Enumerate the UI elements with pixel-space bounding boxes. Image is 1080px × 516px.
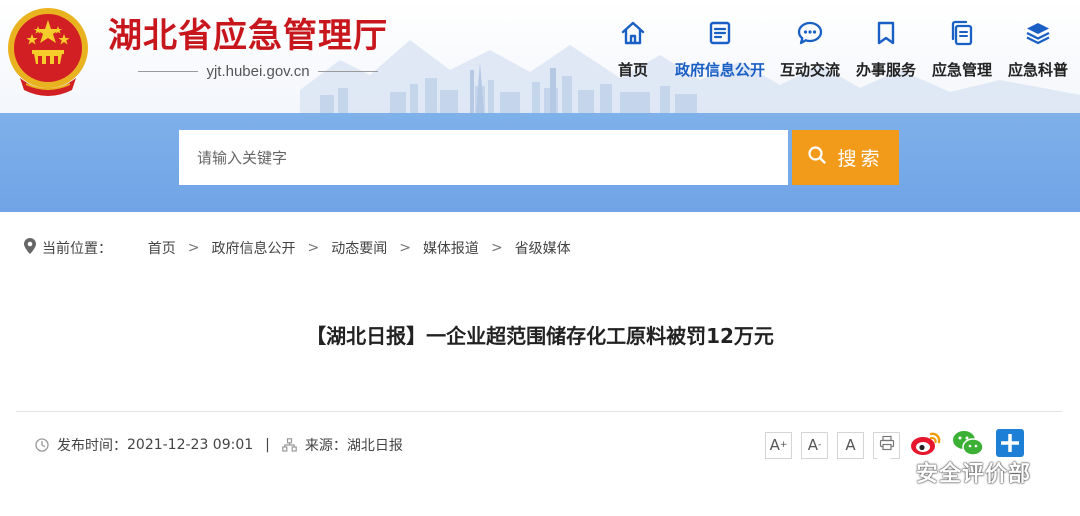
nav-label-services: 办事服务 [855,61,916,79]
home-icon [618,18,648,48]
article-meta: 发布时间： 2021-12-23 09:01 | 来源： 湖北日报 [35,435,403,455]
article-title: 【湖北日报】一企业超范围储存化工原料被罚12万元 [306,324,774,348]
font-smaller-label: A [845,436,856,454]
font-larger-button[interactable]: A + [765,431,792,459]
search-input[interactable] [179,130,788,185]
source-value: 湖北日报 [346,438,403,454]
publish-time: 2021-12-23 09:01 [127,437,254,453]
bookmark-icon [871,18,901,48]
nav-label-popular-science: 应急科普 [1007,61,1068,79]
nav-item-popular-science[interactable]: 应急科普 [1000,18,1076,80]
font-default-label: A [807,436,818,454]
document-icon [705,18,735,48]
breadcrumb-gov-info[interactable]: 政府信息公开 [211,238,295,258]
nav-item-gov-info[interactable]: 政府信息公开 [668,18,772,80]
domain-text: yjt.hubei.gov.cn [206,63,310,80]
breadcrumb-separator: > [490,240,503,256]
site-header: 湖北省应急管理厅 yjt.hubei.gov.cn 首页 政府信息公开 互动交流 [0,0,1080,113]
font-smaller-button[interactable]: A [837,431,864,459]
site-domain: yjt.hubei.gov.cn [138,63,378,80]
breadcrumb-media-reports[interactable]: 媒体报道 [423,238,479,258]
nav-label-home: 首页 [617,61,648,79]
wechat-logo-icon [870,455,908,489]
domain-left-rule [138,71,199,72]
clock-icon [35,438,49,452]
search-button-label: 搜索 [837,148,884,170]
domain-right-rule [317,71,378,72]
nav-label-emergency-mgmt: 应急管理 [931,61,992,79]
layers-icon [1023,18,1053,48]
breadcrumb-separator: > [187,240,200,256]
source-icon [282,438,297,452]
main-nav: 首页 政府信息公开 互动交流 办事服务 应急管理 应急科普 [598,18,1076,80]
nav-item-services[interactable]: 办事服务 [848,18,924,80]
files-icon [947,18,977,48]
location-pin-icon [24,238,36,258]
font-larger-label: A [769,436,780,454]
nav-label-interaction: 互动交流 [779,61,840,79]
breadcrumb-news[interactable]: 动态要闻 [331,238,387,258]
site-title[interactable]: 湖北省应急管理厅 [108,14,388,58]
chat-bubble-icon [795,18,825,48]
font-default-button[interactable]: A- [801,431,828,459]
wechat-watermark: 安全评价部 [870,455,1031,489]
nav-item-interaction[interactable]: 互动交流 [772,18,848,80]
breadcrumb: 当前位置： > 首页 > 政府信息公开 > 动态要闻 > 媒体报道 > 省级媒体 [24,238,571,258]
watermark-text: 安全评价部 [916,462,1032,487]
publish-time-label: 发布时间： [57,438,127,454]
national-emblem-logo[interactable] [6,4,90,98]
breadcrumb-separator: > [307,240,320,256]
breadcrumb-provincial-media[interactable]: 省级媒体 [515,238,571,258]
source-label: 来源： [304,438,347,454]
search-button[interactable]: 搜索 [792,130,899,185]
breadcrumb-prefix: 当前位置： [42,241,112,257]
search-band: 搜索 [0,113,1080,212]
meta-separator: | [265,437,270,453]
breadcrumb-home[interactable]: 首页 [148,238,176,258]
search-icon [807,145,827,170]
print-icon [879,435,895,455]
title-divider [16,411,1062,412]
nav-label-gov-info: 政府信息公开 [674,61,765,79]
nav-item-home[interactable]: 首页 [598,18,668,80]
breadcrumb-separator: > [399,240,411,256]
nav-item-emergency-mgmt[interactable]: 应急管理 [924,18,1000,80]
